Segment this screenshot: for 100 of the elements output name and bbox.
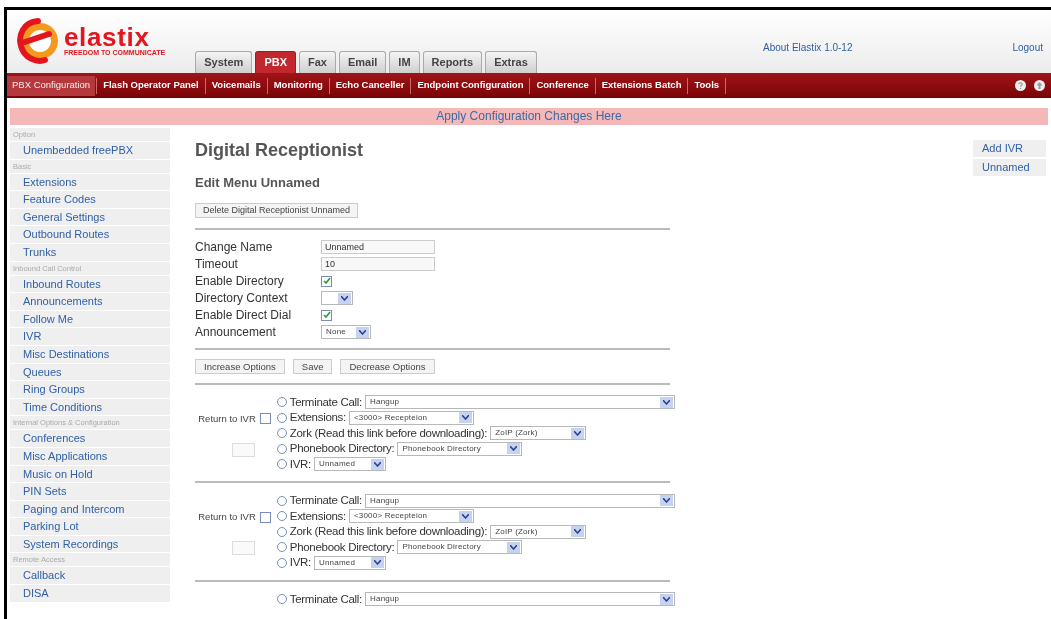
input-field[interactable] — [231, 541, 255, 556]
radio-button[interactable] — [276, 511, 287, 522]
sidebar-item[interactable]: Parking Lot — [10, 518, 170, 535]
radio-button[interactable] — [276, 443, 287, 454]
help-icon[interactable] — [1015, 80, 1026, 91]
action-button[interactable]: Save — [292, 358, 333, 374]
about-link[interactable]: About Elastix 1.0-12 — [763, 40, 853, 55]
sidebar-item[interactable]: Inbound Routes — [10, 275, 170, 293]
nav-item[interactable]: Extensions Batch — [596, 75, 687, 96]
dropdown[interactable]: <3000> Recepteion — [348, 410, 474, 425]
logo-wordmark: elastix — [64, 25, 150, 49]
input-field[interactable]: Unnamed — [321, 240, 435, 254]
nav-item[interactable]: Flash Operator Panel — [98, 75, 204, 96]
logout-link[interactable]: Logout — [1012, 40, 1043, 55]
caret-icon — [458, 412, 472, 424]
caret-icon — [571, 526, 585, 538]
dropdown[interactable]: Unnamed — [313, 555, 386, 570]
dropdown[interactable]: <3000> Recepteion — [348, 509, 474, 524]
sidebar-item[interactable]: Ring Groups — [10, 381, 170, 398]
input-field[interactable]: 10 — [321, 257, 435, 271]
sidebar-item[interactable]: Outbound Routes — [10, 226, 170, 243]
sidebar-item[interactable]: Announcements — [10, 293, 170, 310]
field-label: Enable Direct Dial — [195, 307, 293, 324]
tab[interactable]: System — [195, 51, 253, 73]
up-arrow-icon[interactable] — [1034, 80, 1045, 91]
checkbox[interactable] — [259, 511, 271, 523]
radio-button[interactable] — [276, 459, 287, 470]
checkbox[interactable] — [321, 309, 332, 321]
checkbox[interactable] — [259, 413, 271, 425]
field-label: Directory Context — [195, 290, 289, 307]
dropdown[interactable]: ZoIP (Zork) — [490, 524, 587, 539]
sidebar-item[interactable]: Unembedded freePBX — [10, 142, 170, 159]
sidebar-item[interactable]: System Recordings — [10, 535, 170, 553]
dropdown[interactable]: Unnamed — [313, 457, 386, 472]
sidebar-item[interactable]: Conferences — [10, 430, 170, 447]
radio-button[interactable] — [276, 542, 287, 553]
action-button[interactable]: Decrease Options — [340, 358, 435, 374]
tab[interactable]: Fax — [299, 51, 336, 73]
dropdown[interactable]: ZoIP (Zork) — [490, 426, 587, 441]
sidebar-item[interactable]: Time Conditions — [10, 398, 170, 416]
sidebar-item[interactable]: Misc Applications — [10, 447, 170, 465]
radio-button[interactable] — [276, 428, 287, 439]
return-label: Return to IVR — [198, 510, 256, 524]
dropdown[interactable]: Hangup — [365, 493, 675, 508]
sidebar-item[interactable]: Paging and Intercom — [10, 500, 170, 518]
destination-label: IVR: — [289, 555, 311, 571]
dropdown[interactable] — [321, 291, 353, 305]
ivr-menu-item[interactable]: Add IVR — [973, 140, 1046, 157]
return-label: Return to IVR — [198, 411, 256, 426]
sidebar-item[interactable]: Queues — [10, 363, 170, 381]
nav-item[interactable]: Endpoint Configuration — [412, 75, 529, 96]
radio-button[interactable] — [276, 594, 287, 605]
tab[interactable]: IM — [389, 51, 420, 73]
field-label: Enable Directory — [195, 273, 285, 290]
tab[interactable]: Reports — [422, 51, 483, 73]
dropdown[interactable]: None — [321, 325, 371, 339]
sidebar-item[interactable]: Misc Destinations — [10, 345, 170, 363]
tab[interactable]: PBX — [255, 51, 296, 73]
sidebar-item[interactable]: IVR — [10, 328, 170, 345]
sidebar-item[interactable]: General Settings — [10, 208, 170, 226]
sidebar-item[interactable]: Follow Me — [10, 310, 170, 328]
destination-label: Zork (Read this link before downloading): — [289, 425, 488, 441]
dropdown[interactable]: Phonebook Directory — [397, 540, 523, 555]
dropdown[interactable]: Hangup — [365, 395, 675, 410]
caret-icon — [458, 510, 472, 522]
nav-item[interactable]: Echo Canceller — [330, 75, 410, 96]
radio-button[interactable] — [276, 495, 287, 506]
input-field[interactable] — [231, 442, 255, 457]
caret-icon — [507, 443, 521, 455]
action-button[interactable]: Increase Options — [195, 358, 285, 374]
radio-button[interactable] — [276, 412, 287, 423]
tab[interactable]: Email — [339, 51, 387, 73]
sidebar-item[interactable]: Callback — [10, 567, 170, 585]
nav-item[interactable]: PBX Configuration — [7, 75, 96, 96]
caret-icon — [660, 593, 673, 605]
radio-button[interactable] — [276, 557, 287, 568]
delete-button[interactable]: Delete Digital Receptionist Unnamed — [195, 202, 359, 218]
tab[interactable]: Extras — [485, 51, 537, 73]
sidebar-item[interactable]: PIN Sets — [10, 483, 170, 500]
checkbox[interactable] — [321, 275, 332, 287]
dropdown[interactable]: Phonebook Directory — [397, 441, 523, 456]
radio-button[interactable] — [276, 526, 287, 537]
ivr-menu-item[interactable]: Unnamed — [973, 159, 1046, 176]
sidebar-item[interactable]: Music on Hold — [10, 465, 170, 483]
sidebar-item[interactable]: DISA — [10, 585, 170, 602]
destination-label: Zork (Read this link before downloading): — [289, 524, 488, 540]
nav-item[interactable]: Monitoring — [268, 75, 328, 96]
destination-label: Phonebook Directory: — [289, 539, 395, 555]
sidebar-item[interactable]: Trunks — [10, 243, 170, 261]
nav-item[interactable]: Tools — [689, 75, 725, 96]
radio-button[interactable] — [276, 397, 287, 408]
nav-item[interactable]: Conference — [531, 75, 594, 96]
page-title: Digital Receptionist — [195, 139, 365, 162]
caret-icon — [507, 541, 521, 553]
nav-item[interactable]: Voicemails — [206, 75, 266, 96]
field-label: Announcement — [195, 324, 277, 341]
dropdown[interactable]: Hangup — [365, 592, 675, 607]
sidebar-item[interactable]: Feature Codes — [10, 191, 170, 208]
sidebar-item[interactable]: Extensions — [10, 173, 170, 191]
destination-label: Terminate Call: — [289, 394, 362, 410]
